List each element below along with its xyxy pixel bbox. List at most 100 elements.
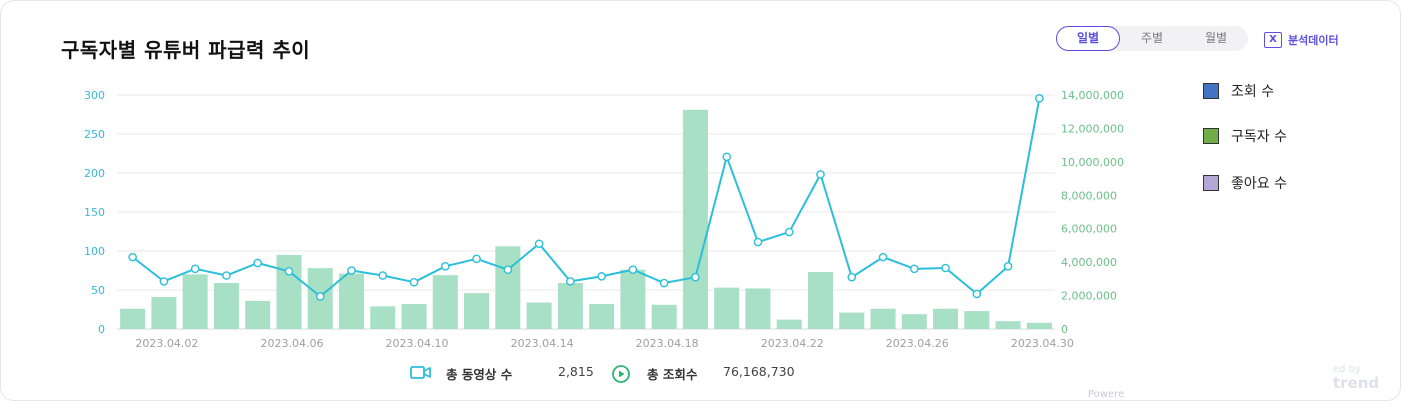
watermark-line2: trend: [1333, 374, 1380, 392]
line-point: [222, 271, 231, 280]
grid-lines: [117, 94, 1055, 330]
play-circle-icon: [612, 365, 630, 383]
bar: [745, 288, 771, 329]
line-point: [284, 267, 294, 276]
bar: [464, 293, 490, 329]
line-point: [440, 262, 450, 271]
x-tick-label: 2023.04.26: [886, 337, 949, 350]
line-point: [566, 277, 575, 286]
bar: [964, 311, 990, 329]
line-point: [253, 258, 263, 268]
bar: [933, 308, 959, 329]
line-point: [659, 278, 669, 288]
right-tick-label: 2,000,000: [1061, 290, 1117, 303]
bar: [495, 246, 521, 329]
x-tick-label: 2023.04.10: [386, 337, 449, 350]
right-tick-label: 8,000,000: [1061, 189, 1117, 202]
line-series: [128, 94, 1044, 301]
left-tick-label: 50: [91, 284, 105, 297]
bar: [432, 275, 458, 329]
line-point: [347, 266, 356, 275]
total-videos-label: 총 동영상 수: [446, 367, 513, 382]
line-point: [941, 263, 950, 273]
total-videos-value: 2,815: [558, 364, 594, 379]
line-point: [472, 254, 481, 264]
line-point: [972, 289, 982, 299]
line-point: [597, 272, 606, 281]
x-tick-label: 2023.04.14: [511, 337, 574, 350]
left-axis: 0 50 100 150 200 250 300: [84, 89, 105, 336]
legend-swatch-views: [1203, 83, 1219, 99]
total-views-label: 총 조회수: [647, 367, 698, 382]
right-axis: 0 2,000,000 4,000,000 6,000,000 8,000,000 10,…: [1061, 89, 1124, 336]
line-point: [878, 252, 888, 262]
bar: [120, 308, 146, 329]
right-tick-label: 14,000,000: [1061, 89, 1124, 102]
left-tick-label: 100: [84, 245, 105, 258]
bar: [1026, 322, 1052, 329]
legend-swatch-likes: [1203, 175, 1219, 191]
bar: [870, 308, 896, 329]
bar: [182, 274, 208, 329]
legend-label-views: 조회 수: [1231, 84, 1275, 100]
trend-watermark: ed by trend: [1333, 365, 1380, 392]
bar: [776, 319, 802, 329]
line-point: [159, 277, 169, 286]
line-point: [691, 272, 700, 282]
x-tick-label: 2023.04.06: [260, 337, 323, 350]
bar: [589, 304, 615, 329]
bar: [245, 300, 271, 329]
right-tick-label: 6,000,000: [1061, 223, 1117, 236]
left-tick-label: 0: [98, 323, 105, 336]
bar-series: [120, 109, 1052, 329]
line-point: [753, 237, 763, 247]
right-tick-label: 10,000,000: [1061, 156, 1124, 169]
left-tick-label: 150: [84, 206, 105, 219]
legend-item-subscribers[interactable]: 구독자 수: [1203, 126, 1287, 146]
bar: [995, 321, 1021, 329]
bar: [276, 254, 302, 329]
bar: [213, 282, 239, 329]
video-camera-icon: [410, 366, 431, 379]
line-point: [847, 272, 857, 282]
chart-card: 구독자별 유튜버 파급력 추이 일별 주별 월별 X 분석데이터 0 50 100 1…: [0, 0, 1401, 401]
bar: [338, 273, 365, 329]
bar: [682, 109, 708, 329]
bar: [807, 272, 834, 329]
x-tick-label: 2023.04.30: [1011, 337, 1074, 350]
x-axis: 2023.04.02 2023.04.06 2023.04.10 2023.04.14…: [135, 337, 1073, 350]
legend-label-likes: 좋아요 수: [1231, 176, 1287, 192]
left-tick-label: 300: [84, 89, 105, 102]
bar: [151, 297, 177, 329]
x-tick-label: 2023.04.22: [761, 337, 824, 350]
x-tick-label: 2023.04.02: [135, 337, 198, 350]
left-tick-label: 200: [84, 167, 105, 180]
legend-label-subscribers: 구독자 수: [1231, 129, 1287, 145]
summary-footer: 총 동영상 수 2,815 총 조회수 76,168,730: [1, 364, 1400, 384]
line-point: [816, 170, 825, 179]
powered-by-text: Powere: [1088, 389, 1125, 400]
line-point: [1035, 94, 1044, 103]
right-tick-label: 0: [1061, 323, 1068, 336]
bar: [839, 312, 865, 329]
line-point: [722, 152, 732, 162]
line-point: [628, 265, 638, 274]
line-point: [190, 264, 200, 274]
line-point: [378, 271, 388, 280]
line-point: [1003, 262, 1013, 271]
line-point: [315, 292, 325, 301]
x-tick-label: 2023.04.18: [636, 337, 699, 350]
legend-item-views[interactable]: 조회 수: [1203, 81, 1274, 101]
impact-trend-chart: 0 50 100 150 200 250 300 0 2,000,000 4,000,000 6,…: [84, 89, 1124, 350]
left-tick-label: 250: [84, 128, 105, 141]
series-line: [132, 98, 1041, 298]
line-point: [910, 264, 919, 274]
line-point: [784, 227, 794, 237]
line-point: [503, 265, 513, 274]
bar: [620, 269, 646, 329]
legend-item-likes[interactable]: 좋아요 수: [1203, 173, 1287, 193]
right-tick-label: 12,000,000: [1061, 122, 1124, 135]
bar: [526, 302, 552, 329]
bar: [401, 304, 427, 329]
total-views-value: 76,168,730: [723, 364, 795, 379]
